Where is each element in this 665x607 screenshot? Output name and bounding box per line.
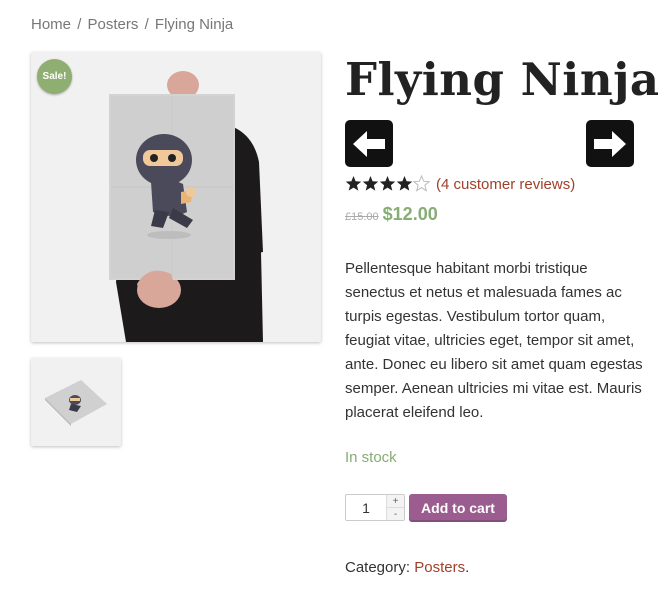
- arrow-right-icon: [594, 130, 626, 157]
- product-category: Category: Posters.: [345, 559, 469, 576]
- arrow-left-icon: [353, 130, 385, 157]
- original-price: £15.00: [345, 211, 379, 223]
- product-rating: (4 customer reviews): [345, 175, 575, 193]
- breadcrumb: Home / Posters / Flying Ninja: [31, 16, 233, 33]
- next-product-button[interactable]: [586, 120, 634, 167]
- breadcrumb-separator: /: [144, 16, 149, 33]
- stock-status: In stock: [345, 449, 397, 466]
- quantity-buttons: + -: [386, 495, 404, 520]
- product-thumbnail[interactable]: [31, 358, 121, 446]
- previous-product-button[interactable]: [345, 120, 393, 167]
- quantity-input[interactable]: [346, 495, 386, 520]
- add-to-cart-button[interactable]: Add to cart: [409, 494, 507, 522]
- customer-reviews-link[interactable]: (4 customer reviews): [436, 176, 575, 193]
- sale-price: $12.00: [382, 204, 438, 224]
- category-link[interactable]: Posters: [414, 559, 465, 576]
- product-title: Flying Ninja: [345, 53, 660, 106]
- quantity-increase-button[interactable]: +: [387, 495, 404, 507]
- breadcrumb-category-link[interactable]: Posters: [88, 16, 139, 33]
- breadcrumb-separator: /: [77, 16, 82, 33]
- thumbnail-image: [31, 358, 121, 446]
- breadcrumb-home-link[interactable]: Home: [31, 16, 71, 33]
- star-icon: [345, 175, 430, 192]
- product-main-image[interactable]: [31, 52, 321, 342]
- breadcrumb-current: Flying Ninja: [154, 16, 234, 33]
- quantity-stepper[interactable]: + -: [345, 494, 405, 521]
- sale-badge: Sale!: [37, 59, 72, 94]
- quantity-decrease-button[interactable]: -: [387, 507, 404, 520]
- product-description: Pellentesque habitant morbi tristique se…: [345, 260, 643, 421]
- poster-photo: [31, 52, 321, 342]
- category-label: Category:: [345, 559, 411, 576]
- category-period: .: [465, 559, 470, 576]
- star-rating: [345, 175, 431, 193]
- product-price: £15.00 $12.00: [345, 204, 438, 225]
